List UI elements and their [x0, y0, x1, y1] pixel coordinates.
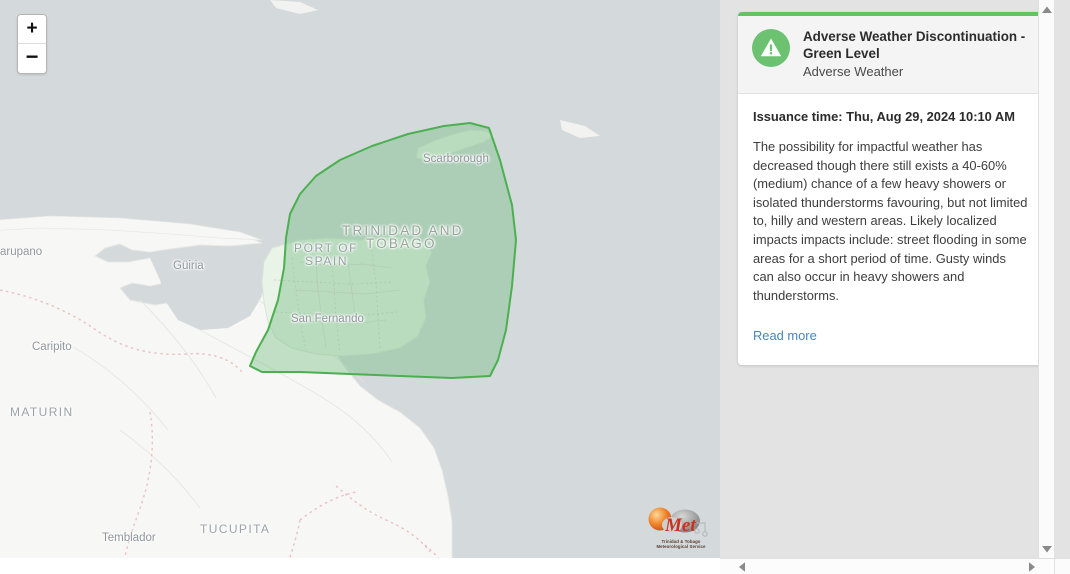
warning-triangle-icon — [752, 29, 790, 67]
alert-card-header: Adverse Weather Discontinuation - Green … — [738, 16, 1045, 94]
map-zoom-control[interactable]: + − — [17, 14, 47, 74]
map-vector-layer — [0, 0, 720, 574]
met-logo-caption-line2: Meteorological Service — [656, 544, 706, 550]
met-logo-caption: Trinidad & Tobago Meteorological Service — [645, 539, 717, 550]
map-canvas[interactable]: arupano Güiria Caripito MATURIN Temblador TUC… — [0, 0, 720, 574]
issuance-time-value: Thu, Aug 29, 2024 10:10 AM — [846, 109, 1015, 124]
scroll-down-arrow[interactable] — [1039, 541, 1054, 557]
horizontal-scrollbar[interactable] — [720, 558, 1054, 574]
alert-title: Adverse Weather Discontinuation - Green … — [803, 29, 1026, 61]
scroll-right-arrow[interactable] — [1024, 559, 1040, 574]
scrollbar-corner — [1054, 558, 1070, 574]
alert-card-body: Issuance time: Thu, Aug 29, 2024 10:10 A… — [738, 94, 1045, 366]
read-more-link[interactable]: Read more — [753, 328, 817, 343]
scroll-up-arrow[interactable] — [1039, 2, 1054, 18]
zoom-in-button[interactable]: + — [18, 15, 46, 44]
zoom-out-button[interactable]: − — [18, 44, 46, 73]
alert-header-text: Adverse Weather Discontinuation - Green … — [803, 28, 1031, 80]
issuance-time: Issuance time: Thu, Aug 29, 2024 10:10 A… — [753, 108, 1030, 125]
app-root: arupano Güiria Caripito MATURIN Temblador TUC… — [0, 0, 1070, 574]
alert-card[interactable]: Adverse Weather Discontinuation - Green … — [738, 12, 1045, 366]
vertical-scrollbar[interactable] — [1038, 0, 1054, 559]
alerts-panel: Adverse Weather Discontinuation - Green … — [720, 0, 1054, 574]
issuance-time-label: Issuance time: — [753, 109, 843, 124]
alert-body-text: The possibility for impactful weather ha… — [753, 139, 1028, 303]
alert-subtitle: Adverse Weather — [803, 64, 904, 79]
met-office-logo: Met Trinidad & Tobago Meteorological Ser… — [645, 505, 717, 553]
svg-text:Met: Met — [664, 515, 696, 536]
bottom-gutter — [0, 558, 720, 574]
scroll-left-arrow[interactable] — [734, 559, 750, 574]
met-logo-mark: Met — [648, 507, 708, 537]
